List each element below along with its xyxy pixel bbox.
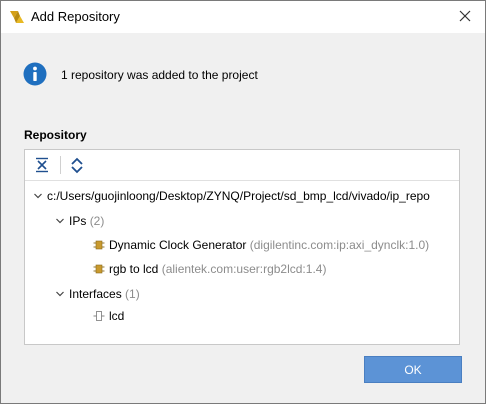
ips-count: (2): [89, 214, 105, 228]
chevron-down-icon[interactable]: [55, 216, 65, 226]
chevron-down-icon[interactable]: [33, 191, 43, 201]
ip-block-icon: [93, 264, 105, 274]
interfaces-count: (1): [125, 287, 140, 301]
ip-name: rgb to lcd: [109, 262, 159, 276]
info-message: 1 repository was added to the project: [61, 68, 258, 82]
tree-row-interface-item[interactable]: lcd: [93, 307, 124, 325]
ip-block-icon: [93, 240, 105, 250]
repository-path: c:/Users/guojinloong/Desktop/ZYNQ/Projec…: [47, 189, 430, 203]
repository-tree-panel: c:/Users/guojinloong/Desktop/ZYNQ/Projec…: [24, 149, 460, 345]
chevron-down-icon[interactable]: [55, 289, 65, 299]
interface-icon: [93, 311, 105, 321]
ok-button[interactable]: OK: [364, 356, 462, 383]
collapse-all-icon[interactable]: [33, 156, 51, 174]
expand-all-icon[interactable]: [68, 156, 86, 174]
toolbar-separator: [60, 156, 61, 174]
interfaces-label: Interfaces: [69, 287, 122, 301]
tree-row-ip-item[interactable]: rgb to lcd (alientek.com:user:rgb2lcd:1.…: [93, 260, 326, 278]
interface-name: lcd: [109, 309, 125, 323]
ok-button-label: OK: [404, 362, 422, 377]
tree-row-ips[interactable]: IPs (2): [55, 212, 104, 230]
tree-row-interfaces[interactable]: Interfaces (1): [55, 285, 140, 303]
repository-section-label: Repository: [24, 128, 87, 142]
vivado-logo-icon: [10, 11, 24, 23]
ip-name: Dynamic Clock Generator: [109, 238, 247, 252]
tree-row-ip-item[interactable]: Dynamic Clock Generator (digilentinc.com…: [93, 236, 429, 254]
title-bar: Add Repository: [1, 1, 485, 33]
tree-row-root[interactable]: c:/Users/guojinloong/Desktop/ZYNQ/Projec…: [33, 187, 430, 205]
info-icon: [23, 62, 47, 86]
add-repository-dialog: Add Repository 1 repository was added to…: [0, 0, 486, 404]
close-icon[interactable]: [453, 5, 477, 27]
ip-vlnv: (alientek.com:user:rgb2lcd:1.4): [161, 262, 327, 276]
dialog-title: Add Repository: [31, 9, 120, 24]
ip-vlnv: (digilentinc.com:ip:axi_dynclk:1.0): [249, 238, 430, 252]
tree-toolbar: [25, 150, 459, 181]
ips-label: IPs: [69, 214, 87, 228]
